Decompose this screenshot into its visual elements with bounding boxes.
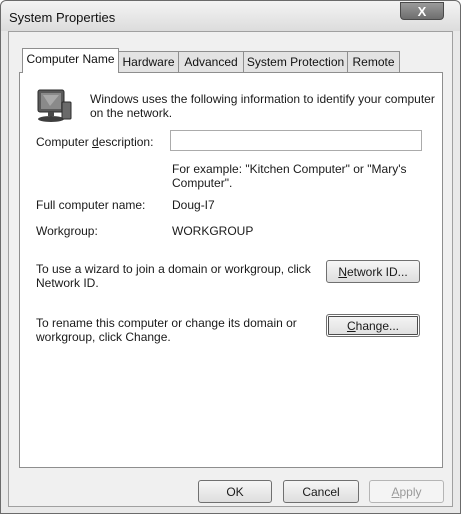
full-computer-name-label: Full computer name: [36, 198, 146, 212]
change-button[interactable]: Change... [326, 314, 420, 337]
workgroup-label: Workgroup: [36, 224, 98, 238]
rename-text-line2: workgroup, click Change. [36, 330, 171, 344]
computer-description-input[interactable] [170, 130, 422, 151]
rename-text-line1: To rename this computer or change its do… [36, 316, 297, 330]
intro-text-line2: on the network. [90, 106, 173, 120]
network-id-text-line1: To use a wizard to join a domain or work… [36, 262, 311, 276]
ok-button[interactable]: OK [198, 480, 272, 503]
workgroup-value: WORKGROUP [172, 224, 254, 238]
example-text-line1: For example: "Kitchen Computer" or "Mary… [172, 162, 407, 176]
network-id-button[interactable]: Network ID... [326, 260, 420, 283]
computer-description-label: Computer description: [36, 135, 154, 149]
apply-button[interactable]: Apply [369, 480, 444, 503]
computer-monitor-icon [37, 89, 72, 122]
example-text-line2: Computer". [172, 176, 233, 190]
full-computer-name-value: Doug-I7 [172, 198, 215, 212]
cancel-button[interactable]: Cancel [283, 480, 359, 503]
intro-text-line1: Windows uses the following information t… [90, 92, 435, 106]
network-id-text-line2: Network ID. [36, 276, 99, 290]
